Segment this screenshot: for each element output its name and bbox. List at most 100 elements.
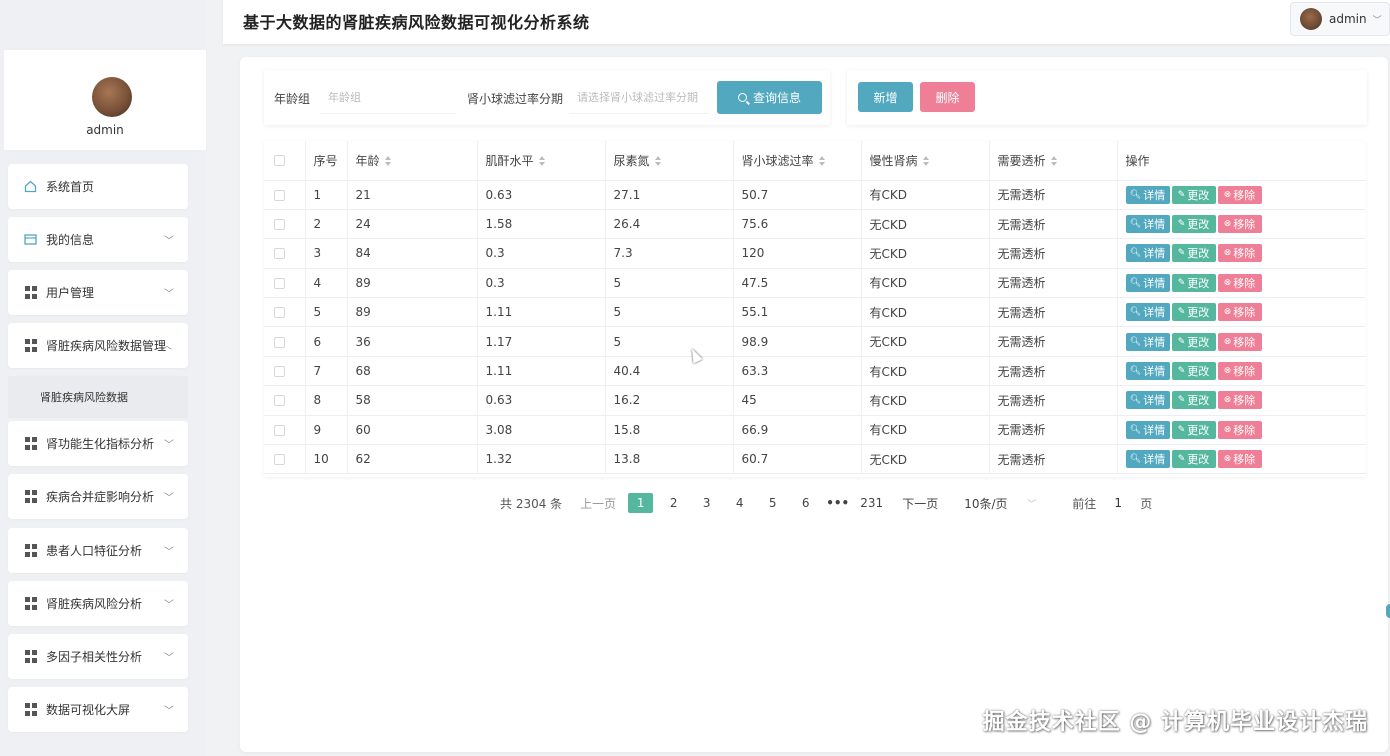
page-button-4[interactable]: 4	[727, 493, 752, 513]
detail-button[interactable]: 🔍︎ 详情	[1125, 391, 1170, 410]
detail-button[interactable]: 🔍︎ 详情	[1125, 420, 1170, 439]
age-group-input[interactable]	[320, 82, 456, 114]
prev-page-button[interactable]: 上一页	[580, 495, 616, 512]
edit-button[interactable]: ✎ 更改	[1171, 244, 1216, 263]
user-menu[interactable]: admin ﹀	[1290, 2, 1390, 36]
remove-button[interactable]: ⊗ 移除	[1217, 391, 1262, 410]
col-header-ckd[interactable]: 慢性肾病	[861, 141, 990, 181]
sort-icon[interactable]	[654, 156, 661, 167]
remove-button[interactable]: ⊗ 移除	[1217, 185, 1262, 204]
sidebar-item-big-screen[interactable]: 数据可视化大屏 ﹀	[8, 687, 188, 732]
col-header-creatinine[interactable]: 肌酐水平	[477, 141, 606, 181]
detail-button[interactable]: 🔍︎ 详情	[1125, 185, 1170, 204]
page-button-3[interactable]: 3	[694, 493, 719, 513]
sort-icon[interactable]	[538, 156, 545, 167]
page-button-6[interactable]: 6	[793, 493, 818, 513]
remove-button[interactable]: ⊗ 移除	[1217, 244, 1262, 263]
add-button[interactable]: 新增	[858, 82, 913, 112]
remove-button[interactable]: ⊗ 移除	[1217, 332, 1262, 351]
col-header-gfr[interactable]: 肾小球滤过率	[733, 141, 862, 181]
table-row[interactable]: 4 89 0.3 5 47.5 有CKD 无需透析 🔍︎ 详情 ✎ 更改 ⊗ 移除	[264, 268, 1366, 299]
col-header-bun[interactable]: 尿素氮	[605, 141, 734, 181]
select-all-checkbox[interactable]	[274, 155, 285, 167]
detail-button[interactable]: 🔍︎ 详情	[1125, 244, 1170, 263]
sort-icon[interactable]	[818, 156, 825, 167]
page-button-2[interactable]: 2	[661, 493, 686, 513]
edit-button[interactable]: ✎ 更改	[1171, 391, 1216, 410]
edit-button[interactable]: ✎ 更改	[1171, 420, 1216, 439]
row-checkbox[interactable]	[274, 277, 285, 289]
table-row[interactable]: 9 60 3.08 15.8 66.9 有CKD 无需透析 🔍︎ 详情 ✎ 更改 ⊗ 移除	[264, 415, 1366, 446]
page-button-1[interactable]: 1	[628, 493, 654, 513]
delete-button[interactable]: 删除	[920, 82, 975, 112]
row-checkbox[interactable]	[274, 307, 285, 319]
sidebar-item-correlation[interactable]: 多因子相关性分析 ﹀	[8, 634, 188, 679]
cell-index: 1	[305, 180, 348, 210]
edge-handle[interactable]	[1386, 604, 1390, 618]
detail-button[interactable]: 🔍︎ 详情	[1125, 303, 1170, 322]
table-row[interactable]: 5 89 1.11 5 55.1 有CKD 无需透析 🔍︎ 详情 ✎ 更改 ⊗ 移除	[264, 297, 1366, 328]
page-ellipsis[interactable]: •••	[826, 496, 849, 510]
table-row[interactable]: 2 24 1.58 26.4 75.6 无CKD 无需透析 🔍︎ 详情 ✎ 更改 ⊗ 移除	[264, 209, 1366, 240]
sidebar-item-label: 肾功能生化指标分析	[46, 437, 155, 451]
remove-button[interactable]: ⊗ 移除	[1217, 450, 1262, 469]
remove-button[interactable]: ⊗ 移除	[1217, 215, 1262, 234]
row-checkbox[interactable]	[274, 454, 285, 466]
detail-button[interactable]: 🔍︎ 详情	[1125, 215, 1170, 234]
sidebar-item-demographics[interactable]: 患者人口特征分析 ﹀	[8, 528, 188, 573]
sort-icon[interactable]	[1050, 156, 1057, 167]
next-page-button[interactable]: 下一页	[902, 495, 938, 512]
remove-button[interactable]: ⊗ 移除	[1217, 273, 1262, 292]
row-checkbox[interactable]	[274, 219, 285, 231]
sidebar-item-comorbidity[interactable]: 疾病合并症影响分析 ﹀	[8, 474, 188, 519]
row-checkbox[interactable]	[274, 395, 285, 407]
detail-button-label: 详情	[1143, 276, 1166, 290]
remove-button[interactable]: ⊗ 移除	[1217, 303, 1262, 322]
gfr-stage-select[interactable]	[569, 82, 709, 114]
table-row[interactable]: 8 58 0.63 16.2 45 有CKD 无需透析 🔍︎ 详情 ✎ 更改 ⊗ 移除	[264, 385, 1366, 416]
sort-icon[interactable]	[922, 156, 929, 167]
row-checkbox[interactable]	[274, 336, 285, 348]
edit-button[interactable]: ✎ 更改	[1171, 362, 1216, 381]
sidebar-subitem-risk-data[interactable]: 肾脏疾病风险数据	[8, 376, 188, 418]
card-icon	[24, 233, 37, 246]
row-checkbox[interactable]	[274, 248, 285, 260]
table-row[interactable]: 7 68 1.11 40.4 63.3 有CKD 无需透析 🔍︎ 详情 ✎ 更改 ⊗ 移除	[264, 356, 1366, 387]
detail-button[interactable]: 🔍︎ 详情	[1125, 362, 1170, 381]
page-size-select[interactable]: 10条/页 ﹀	[964, 495, 1036, 512]
edit-button[interactable]: ✎ 更改	[1171, 332, 1216, 351]
row-checkbox[interactable]	[274, 366, 285, 378]
detail-button[interactable]: 🔍︎ 详情	[1125, 332, 1170, 351]
table-row[interactable]: 10 62 1.32 13.8 60.7 无CKD 无需透析 🔍︎ 详情 ✎ 更改 ⊗ 移除	[264, 444, 1366, 475]
sidebar-item-user-management[interactable]: 用户管理 ﹀	[8, 270, 188, 315]
detail-button[interactable]: 🔍︎ 详情	[1125, 273, 1170, 292]
detail-button[interactable]: 🔍︎ 详情	[1125, 450, 1170, 469]
edit-button[interactable]: ✎ 更改	[1171, 185, 1216, 204]
remove-button[interactable]: ⊗ 移除	[1217, 362, 1262, 381]
goto-page-input[interactable]	[1098, 493, 1139, 513]
page-button-5[interactable]: 5	[760, 493, 785, 513]
edit-button[interactable]: ✎ 更改	[1171, 450, 1216, 469]
chevron-down-icon: ﹀	[1027, 499, 1037, 510]
sidebar-item-risk-analysis[interactable]: 肾脏疾病风险分析 ﹀	[8, 581, 188, 626]
row-checkbox[interactable]	[274, 424, 285, 436]
table-row[interactable]: 3 84 0.3 7.3 120 无CKD 无需透析 🔍︎ 详情 ✎ 更改 ⊗ 移除	[264, 238, 1366, 269]
col-header-dialysis[interactable]: 需要透析	[989, 141, 1118, 181]
row-checkbox[interactable]	[274, 189, 285, 201]
edit-button[interactable]: ✎ 更改	[1171, 215, 1216, 234]
sort-icon[interactable]	[384, 156, 391, 167]
query-button[interactable]: 查询信息	[717, 81, 822, 114]
sidebar-item-risk-data-management[interactable]: 肾脏疾病风险数据管理 ︿	[8, 323, 188, 368]
col-header-age[interactable]: 年龄	[347, 141, 478, 181]
sidebar-item-my-info[interactable]: 我的信息 ﹀	[8, 217, 188, 262]
table-row[interactable]: 6 36 1.17 5 98.9 无CKD 无需透析 🔍︎ 详情 ✎ 更改 ⊗ 移除	[264, 326, 1366, 357]
sidebar-item-renal-biochem[interactable]: 肾功能生化指标分析 ﹀	[8, 421, 188, 466]
remove-button[interactable]: ⊗ 移除	[1217, 420, 1262, 439]
page-button-last[interactable]: 231	[859, 493, 884, 513]
table-row[interactable]: 1 21 0.63 27.1 50.7 有CKD 无需透析 🔍︎ 详情 ✎ 更改 ⊗ 移除	[264, 180, 1366, 210]
avatar[interactable]	[92, 77, 132, 117]
edit-button-label: 更改	[1187, 453, 1210, 467]
sidebar-item-home[interactable]: 系统首页	[8, 164, 188, 209]
edit-button[interactable]: ✎ 更改	[1171, 303, 1216, 322]
edit-button[interactable]: ✎ 更改	[1171, 273, 1216, 292]
